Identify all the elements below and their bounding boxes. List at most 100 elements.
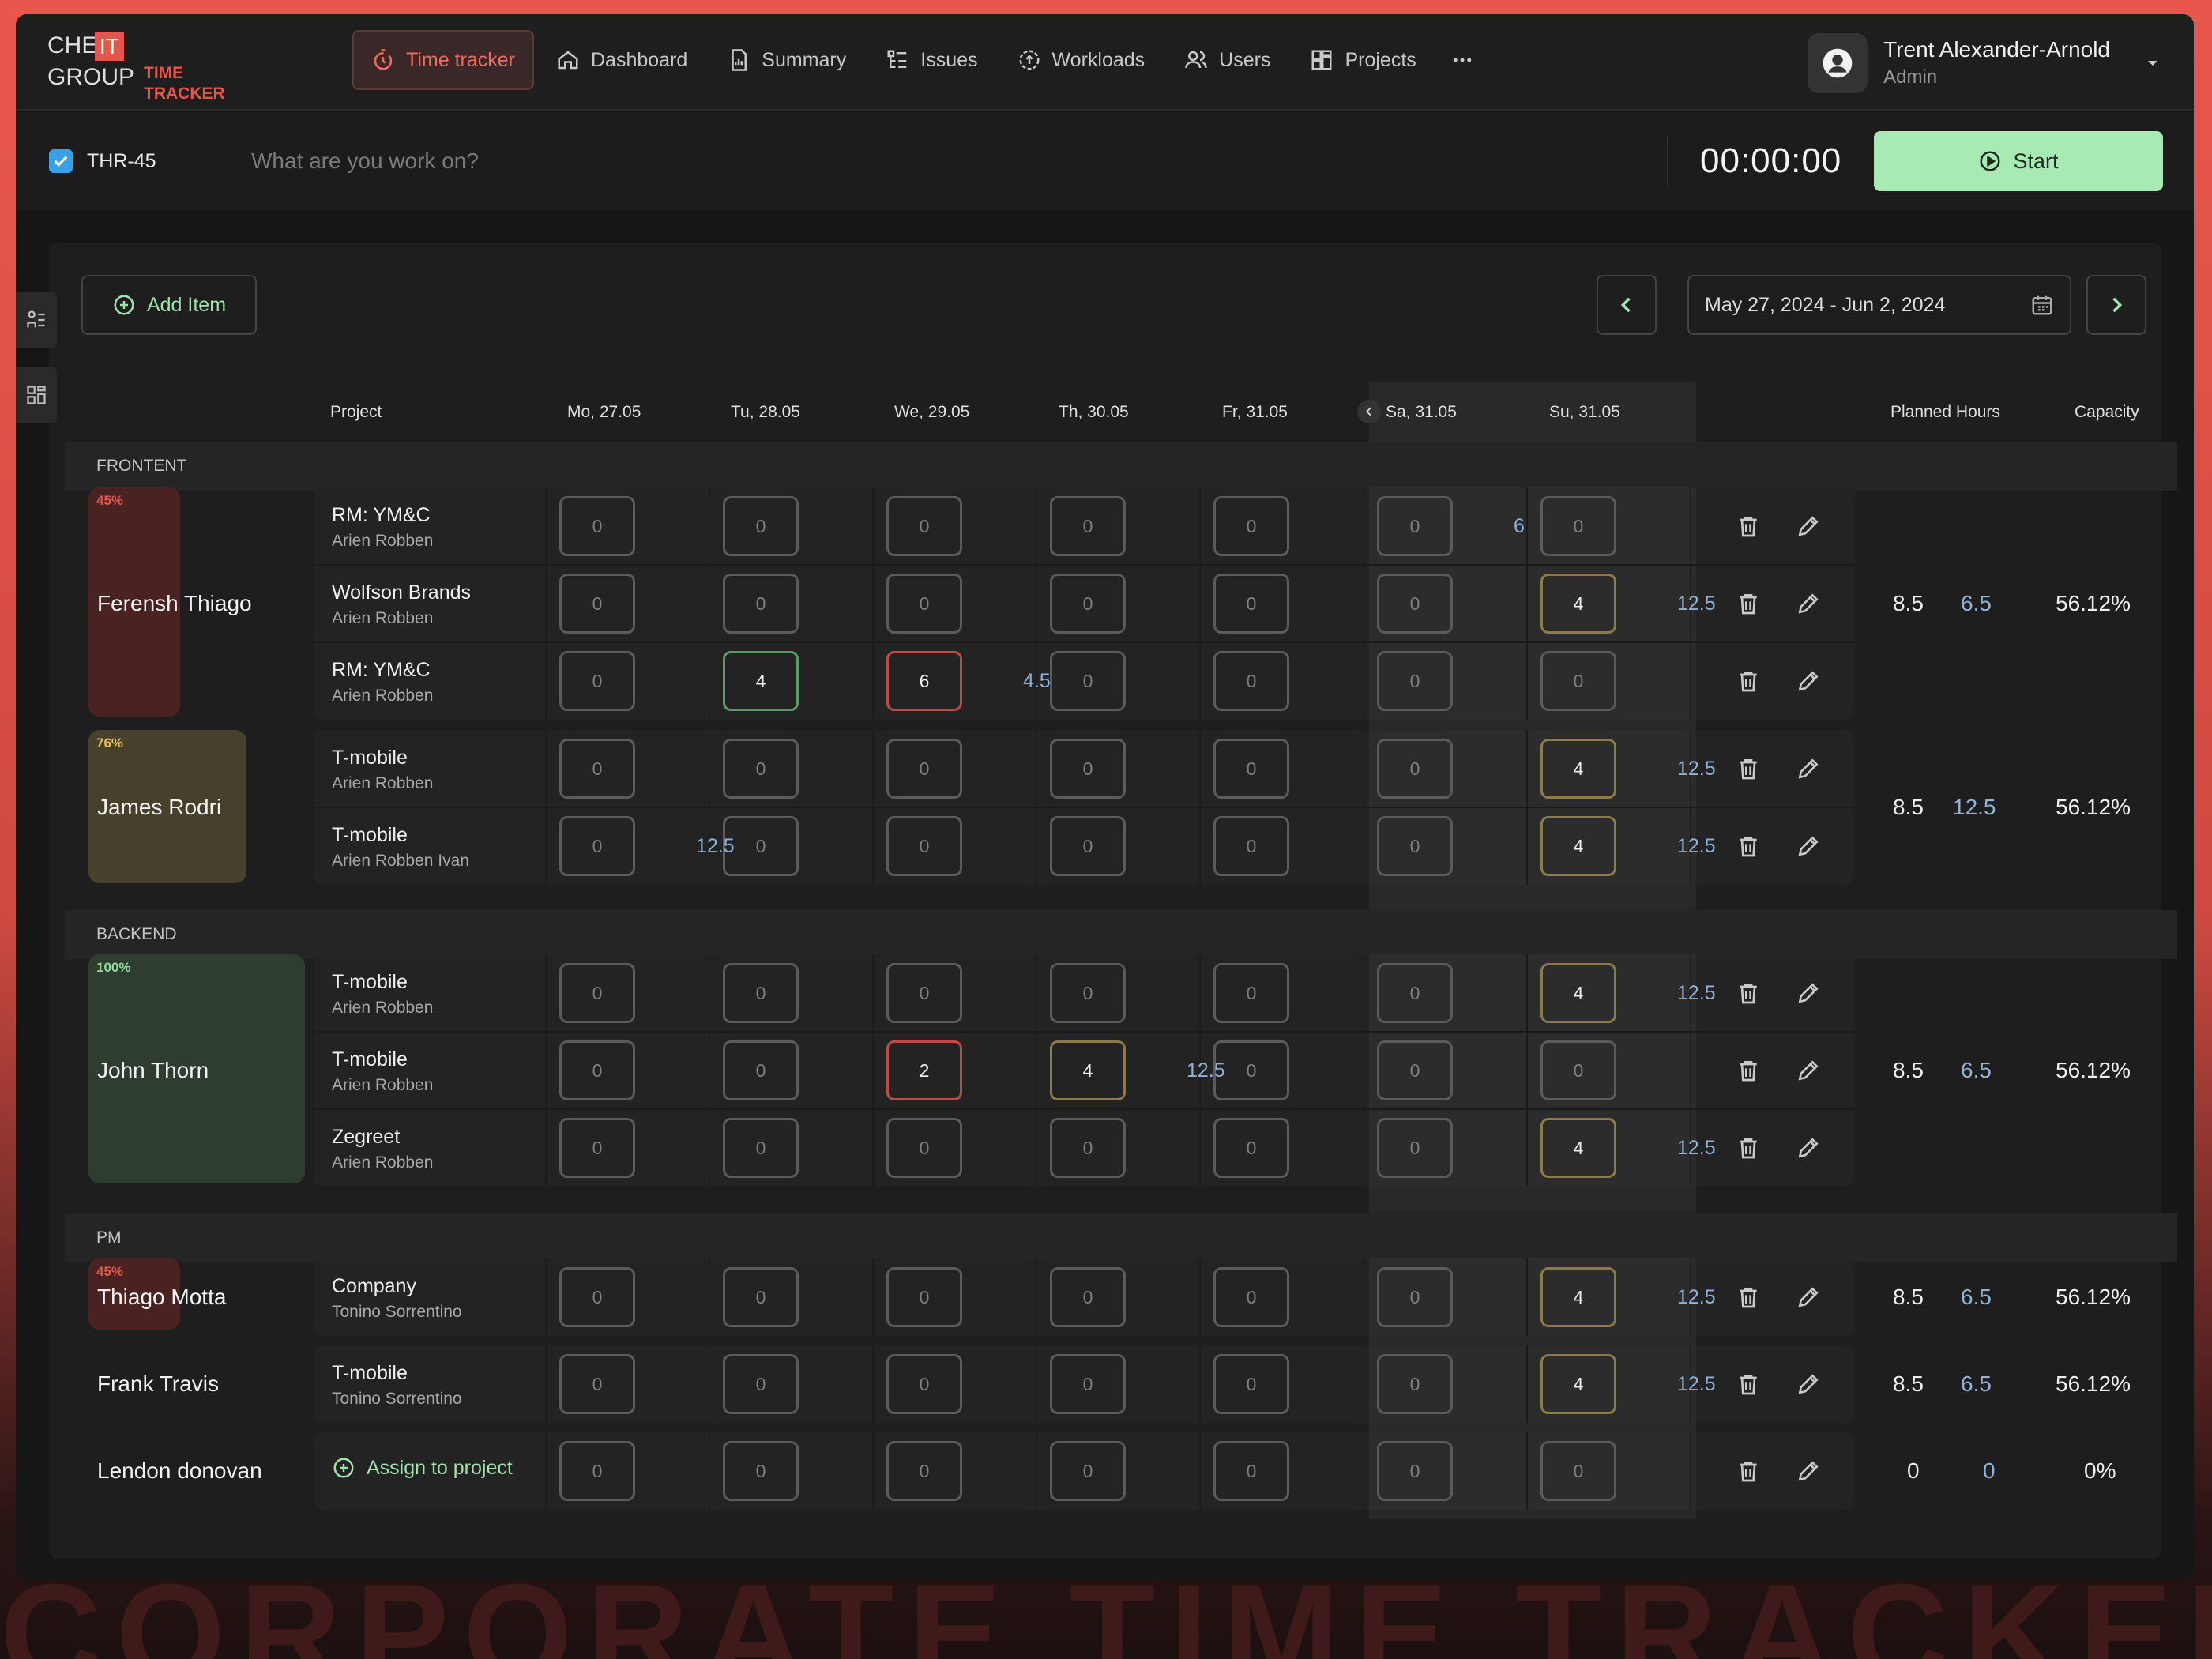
hours-input[interactable]: 0 — [1377, 1441, 1453, 1501]
hours-input[interactable]: 0 — [1213, 1267, 1289, 1327]
person-name[interactable]: Thiago Motta — [97, 1283, 226, 1311]
nav-issues[interactable]: Issues — [868, 30, 995, 90]
hours-input[interactable]: 4 — [723, 651, 799, 711]
user-menu[interactable]: Trent Alexander-Arnold Admin — [1808, 33, 2162, 93]
side-tab-grid[interactable] — [16, 367, 57, 423]
logo[interactable]: CHE IT GROUP TIME TRACKER — [47, 32, 229, 103]
next-week-button[interactable] — [2086, 275, 2146, 335]
delete-button[interactable] — [1732, 510, 1764, 542]
hours-input[interactable]: 0 — [1213, 496, 1289, 556]
hours-input[interactable]: 0 — [1213, 739, 1289, 799]
hours-input[interactable]: 4 — [1540, 739, 1616, 799]
hours-input[interactable]: 0 — [723, 1040, 799, 1100]
hours-input[interactable]: 4 — [1540, 1354, 1616, 1414]
hours-input[interactable]: 0 — [1377, 1354, 1453, 1414]
hours-input[interactable]: 0 — [1213, 1441, 1289, 1501]
delete-button[interactable] — [1732, 1368, 1764, 1400]
hours-input[interactable]: 0 — [559, 1267, 635, 1327]
hours-input[interactable]: 0 — [559, 574, 635, 634]
hours-input[interactable]: 0 — [1540, 496, 1616, 556]
hours-input[interactable]: 0 — [1050, 651, 1126, 711]
hours-input[interactable]: 0 — [559, 1040, 635, 1100]
hours-input[interactable]: 0 — [886, 963, 962, 1023]
nav-projects[interactable]: Projects — [1292, 30, 1433, 90]
hours-input[interactable]: 0 — [1213, 574, 1289, 634]
hours-input[interactable]: 0 — [559, 496, 635, 556]
hours-input[interactable]: 0 — [886, 574, 962, 634]
hours-input[interactable]: 0 — [1050, 496, 1126, 556]
hours-input[interactable]: 0 — [723, 963, 799, 1023]
hours-input[interactable]: 0 — [559, 816, 635, 876]
delete-button[interactable] — [1732, 830, 1764, 862]
hours-input[interactable]: 4 — [1540, 816, 1616, 876]
task-description-input[interactable] — [251, 136, 1610, 186]
prev-week-button[interactable] — [1597, 275, 1657, 335]
hours-input[interactable]: 0 — [1213, 963, 1289, 1023]
hours-input[interactable]: 0 — [723, 739, 799, 799]
date-range-picker[interactable]: May 27, 2024 - Jun 2, 2024 — [1687, 275, 2071, 335]
side-tab-people[interactable] — [16, 292, 57, 348]
hours-input[interactable]: 0 — [1377, 651, 1453, 711]
hours-input[interactable]: 0 — [559, 963, 635, 1023]
hours-input[interactable]: 4 — [1540, 963, 1616, 1023]
edit-button[interactable] — [1793, 1132, 1824, 1164]
task-checkbox[interactable] — [49, 149, 73, 173]
hours-input[interactable]: 0 — [1377, 574, 1453, 634]
hours-input[interactable]: 0 — [1213, 1354, 1289, 1414]
nav-users[interactable]: Users — [1167, 30, 1288, 90]
hours-input[interactable]: 0 — [886, 1267, 962, 1327]
hours-input[interactable]: 0 — [1377, 496, 1453, 556]
person-name[interactable]: Ferensh Thiago — [97, 589, 252, 618]
hours-input[interactable]: 0 — [886, 496, 962, 556]
assign-to-project-link[interactable]: Assign to project — [332, 1456, 513, 1480]
hours-input[interactable]: 0 — [1540, 651, 1616, 711]
hours-input[interactable]: 0 — [1050, 1354, 1126, 1414]
hours-input[interactable]: 0 — [886, 739, 962, 799]
edit-button[interactable] — [1793, 753, 1824, 784]
hours-input[interactable]: 0 — [886, 1118, 962, 1178]
hours-input[interactable]: 0 — [1377, 1040, 1453, 1100]
hours-input[interactable]: 0 — [723, 496, 799, 556]
edit-button[interactable] — [1793, 1455, 1824, 1487]
hours-input[interactable]: 0 — [1050, 574, 1126, 634]
edit-button[interactable] — [1793, 1368, 1824, 1400]
delete-button[interactable] — [1732, 588, 1764, 619]
edit-button[interactable] — [1793, 1281, 1824, 1313]
delete-button[interactable] — [1732, 1055, 1764, 1086]
hours-input[interactable]: 4 — [1540, 1267, 1616, 1327]
hours-input[interactable]: 0 — [1540, 1040, 1616, 1100]
hours-input[interactable]: 0 — [559, 651, 635, 711]
hours-input[interactable]: 0 — [1213, 651, 1289, 711]
person-name[interactable]: James Rodri — [97, 793, 221, 822]
hours-input[interactable]: 2 — [886, 1040, 962, 1100]
hours-input[interactable]: 0 — [1050, 816, 1126, 876]
person-name[interactable]: Lendon donovan — [97, 1457, 262, 1485]
hours-input[interactable]: 0 — [723, 574, 799, 634]
hours-input[interactable]: 0 — [886, 1354, 962, 1414]
edit-button[interactable] — [1793, 588, 1824, 619]
hours-input[interactable]: 0 — [1050, 739, 1126, 799]
hours-input[interactable]: 0 — [559, 1118, 635, 1178]
delete-button[interactable] — [1732, 1132, 1764, 1164]
hours-input[interactable]: 0 — [886, 1441, 962, 1501]
hours-input[interactable]: 4 — [1050, 1040, 1126, 1100]
collapse-weekend-button[interactable] — [1357, 400, 1381, 423]
hours-input[interactable]: 0 — [559, 1354, 635, 1414]
hours-input[interactable]: 0 — [1377, 1118, 1453, 1178]
delete-button[interactable] — [1732, 1455, 1764, 1487]
delete-button[interactable] — [1732, 665, 1764, 697]
start-button[interactable]: Start — [1874, 131, 2163, 191]
hours-input[interactable]: 0 — [886, 816, 962, 876]
hours-input[interactable]: 0 — [1377, 1267, 1453, 1327]
hours-input[interactable]: 0 — [1377, 739, 1453, 799]
hours-input[interactable]: 0 — [723, 1354, 799, 1414]
person-name[interactable]: Frank Travis — [97, 1370, 219, 1398]
edit-button[interactable] — [1793, 665, 1824, 697]
person-name[interactable]: John Thorn — [97, 1056, 209, 1085]
hours-input[interactable]: 0 — [559, 739, 635, 799]
hours-input[interactable]: 0 — [1213, 816, 1289, 876]
nav-time-tracker[interactable]: Time tracker — [352, 30, 534, 90]
hours-input[interactable]: 0 — [1213, 1118, 1289, 1178]
hours-input[interactable]: 0 — [1377, 963, 1453, 1023]
add-item-button[interactable]: Add Item — [81, 275, 257, 335]
